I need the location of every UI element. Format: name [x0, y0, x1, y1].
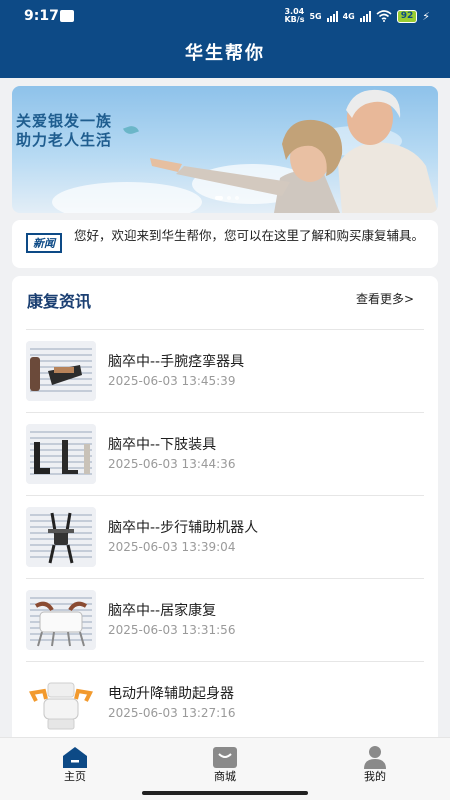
article-time: 2025-06-03 13:39:04 — [108, 540, 236, 554]
carousel-dot-active[interactable] — [215, 196, 223, 200]
home-icon — [63, 747, 87, 768]
tab-profile[interactable]: 我的 — [300, 738, 450, 788]
gesture-navigation-bar[interactable] — [142, 791, 308, 795]
shop-icon — [213, 747, 237, 768]
article-thumbnail — [26, 673, 96, 733]
signal-icon — [326, 10, 338, 22]
news-badge-icon: 新闻 — [26, 233, 62, 253]
network-speed: 3.04 KB/s — [284, 8, 304, 24]
network-speed-unit: KB/s — [284, 15, 305, 24]
page-title: 华生帮你 — [0, 32, 450, 78]
article-item[interactable]: 电动升降辅助起身器 2025-06-03 13:27:16 — [26, 661, 424, 744]
article-time: 2025-06-03 13:45:39 — [108, 374, 236, 388]
network-type-5g: 5G — [309, 11, 322, 21]
battery-icon: 92 — [396, 9, 418, 23]
article-thumbnail — [26, 590, 96, 650]
article-item[interactable]: 脑卒中--下肢装具 2025-06-03 13:44:36 — [26, 412, 424, 495]
article-thumbnail — [26, 341, 96, 401]
article-title: 脑卒中--步行辅助机器人 — [108, 520, 259, 536]
banner-carousel[interactable]: 关爱银发一族 助力老人生活 — [12, 86, 438, 213]
elderly-couple-image — [150, 89, 438, 213]
app-notification-icon — [60, 10, 74, 22]
article-thumbnail — [26, 507, 96, 567]
carousel-indicators — [215, 196, 239, 200]
article-list: 脑卒中--手腕痉挛器具 2025-06-03 13:45:39 脑卒中--下肢装… — [26, 329, 424, 744]
tab-shop-label: 商城 — [214, 770, 236, 783]
article-time: 2025-06-03 13:31:56 — [108, 623, 236, 637]
view-more-link[interactable]: 查看更多> — [356, 290, 414, 307]
carousel-dot[interactable] — [227, 196, 231, 200]
tab-home-label: 主页 — [64, 770, 86, 783]
article-item[interactable]: 脑卒中--手腕痉挛器具 2025-06-03 13:45:39 — [26, 329, 424, 412]
article-title: 脑卒中--居家康复 — [108, 603, 217, 619]
signal-icon-2 — [359, 10, 371, 22]
article-item[interactable]: 脑卒中--居家康复 2025-06-03 13:31:56 — [26, 578, 424, 661]
charging-icon: ⚡ — [422, 9, 430, 23]
notice-text: 您好，欢迎来到华生帮你，您可以在这里了解和购买康复辅具。 — [74, 228, 425, 243]
carousel-dot[interactable] — [235, 196, 239, 200]
article-thumbnail — [26, 424, 96, 484]
wifi-icon — [376, 10, 392, 22]
tab-home[interactable]: 主页 — [0, 738, 150, 788]
section-title: 康复资讯 — [27, 292, 92, 311]
rehab-info-section: 康复资讯 查看更多> 脑卒中--手腕痉挛器具 2025-06-03 13:45:… — [12, 276, 438, 746]
user-icon — [364, 746, 386, 769]
article-title: 脑卒中--手腕痉挛器具 — [108, 354, 245, 370]
article-item[interactable]: 脑卒中--步行辅助机器人 2025-06-03 13:39:04 — [26, 495, 424, 578]
network-type-4g: 4G — [342, 11, 355, 21]
welcome-notice: 新闻 您好，欢迎来到华生帮你，您可以在这里了解和购买康复辅具。 — [12, 220, 438, 268]
status-bar: 9:17 3.04 KB/s 5G 4G 92 ⚡ — [0, 0, 450, 32]
article-time: 2025-06-03 13:44:36 — [108, 457, 236, 471]
tab-shop[interactable]: 商城 — [150, 738, 300, 788]
status-time: 9:17 — [24, 8, 59, 24]
tab-profile-label: 我的 — [364, 770, 386, 783]
article-title: 电动升降辅助起身器 — [108, 686, 234, 702]
article-time: 2025-06-03 13:27:16 — [108, 706, 236, 720]
status-indicators: 3.04 KB/s 5G 4G 92 ⚡ — [284, 8, 430, 24]
article-title: 脑卒中--下肢装具 — [108, 437, 217, 453]
